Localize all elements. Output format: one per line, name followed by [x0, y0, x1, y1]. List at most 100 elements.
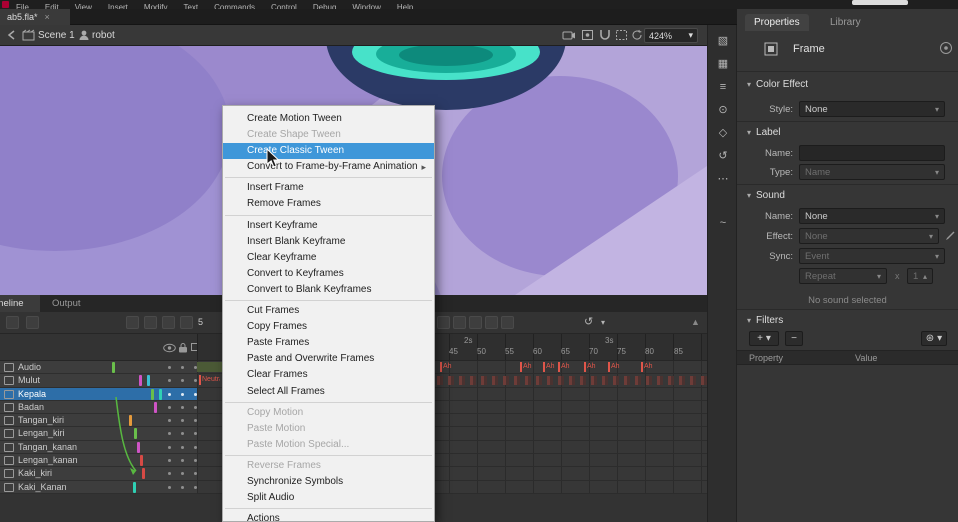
parent-color-bar: [140, 455, 143, 466]
onion-skin-icon[interactable]: [162, 316, 175, 329]
menu-item-insert-keyframe[interactable]: Insert Keyframe: [223, 218, 434, 234]
add-filter-button[interactable]: +▾: [749, 331, 779, 346]
layer-toggles[interactable]: [162, 454, 197, 466]
panel-options-icon[interactable]: [939, 41, 953, 58]
color-style-select[interactable]: None▾: [799, 101, 945, 117]
back-icon[interactable]: [6, 29, 20, 42]
divider: [737, 184, 958, 185]
delete-layer-icon[interactable]: [26, 316, 39, 329]
section-filters[interactable]: ▾Filters: [747, 315, 783, 326]
repeat-times-sep: x: [895, 271, 900, 281]
insert-keyframe-icon[interactable]: [126, 316, 139, 329]
menu-item-copy-frames[interactable]: Copy Frames: [223, 319, 434, 335]
menu-item-convert-to-blank-keyframes[interactable]: Convert to Blank Keyframes: [223, 282, 434, 298]
layer-toggles[interactable]: [162, 481, 197, 493]
camera-icon[interactable]: [501, 316, 514, 329]
tab-timeline[interactable]: Timeline: [0, 295, 40, 312]
menu-item-clear-frames[interactable]: Clear Frames: [223, 367, 434, 383]
remove-filter-button[interactable]: −: [785, 331, 803, 346]
chevron-down-icon: ▾: [929, 232, 933, 241]
layer-panel-cell[interactable]: Tangan_kiri: [0, 414, 197, 427]
onion-outlines-icon[interactable]: [469, 316, 482, 329]
filter-options-button[interactable]: ⊛▾: [921, 331, 947, 346]
layer-toggles[interactable]: [162, 374, 197, 386]
layer-panel-cell[interactable]: Kaki_Kanan: [0, 481, 197, 494]
align-panel-icon[interactable]: ≡: [715, 79, 731, 95]
layer-toggles[interactable]: [162, 441, 197, 453]
motion-editor-panel-icon[interactable]: ~: [715, 215, 731, 231]
edit-sound-envelope-icon[interactable]: [945, 230, 956, 244]
layer-toggles[interactable]: [162, 388, 197, 400]
loop-range-icon[interactable]: [485, 316, 498, 329]
onion-skin-range-icon[interactable]: [453, 316, 466, 329]
layer-toggles[interactable]: [162, 427, 197, 439]
add-camera-icon[interactable]: [562, 29, 576, 42]
edit-multiple-frames-icon[interactable]: [180, 316, 193, 329]
menu-item-paste-motion-special: Paste Motion Special...: [223, 437, 434, 453]
lock-icon[interactable]: [178, 342, 188, 356]
menu-item-paste-frames[interactable]: Paste Frames: [223, 335, 434, 351]
loop-playback-icon[interactable]: ↺: [584, 315, 593, 330]
menu-item-create-motion-tween[interactable]: Create Motion Tween: [223, 111, 434, 127]
layer-toggles[interactable]: [162, 467, 197, 479]
menu-item-cut-frames[interactable]: Cut Frames: [223, 303, 434, 319]
insert-blank-keyframe-icon[interactable]: [144, 316, 157, 329]
layer-panel-cell[interactable]: Kaki_kiri: [0, 467, 197, 480]
menu-item-convert-to-keyframes[interactable]: Convert to Keyframes: [223, 266, 434, 282]
section-sound[interactable]: ▾Sound: [747, 190, 785, 201]
workspace-switcher[interactable]: [852, 0, 908, 5]
clip-content-icon[interactable]: [615, 29, 629, 42]
zoom-level-select[interactable]: 424% ▾: [644, 28, 698, 43]
menu-item-split-audio[interactable]: Split Audio: [223, 490, 434, 506]
layer-panel-cell[interactable]: Lengan_kanan: [0, 454, 197, 467]
add-layer-icon[interactable]: [6, 316, 19, 329]
color-panel-icon[interactable]: ▧: [715, 33, 731, 49]
layer-panel-cell[interactable]: Badan: [0, 401, 197, 414]
context-menu: Create Motion Tween Create Shape Tween C…: [222, 105, 435, 522]
layer-toggles[interactable]: [162, 361, 197, 373]
layer-panel-cell[interactable]: Tangan_kanan: [0, 441, 197, 454]
info-panel-icon[interactable]: ⊙: [715, 102, 731, 118]
eye-icon[interactable]: [163, 343, 176, 356]
layer-panel-cell[interactable]: Mulut: [0, 374, 197, 387]
menu-item-remove-frames[interactable]: Remove Frames: [223, 196, 434, 212]
menu-item-convert-to-frame-by-frame[interactable]: Convert to Frame-by-Frame Animation▸: [223, 159, 434, 175]
rotate-canvas-icon[interactable]: [631, 29, 645, 42]
sound-name-select[interactable]: None▾: [799, 208, 945, 224]
layer-panel-cell[interactable]: Kepala: [0, 388, 197, 401]
frame-view-icon[interactable]: [437, 316, 450, 329]
menu-item-insert-blank-keyframe[interactable]: Insert Blank Keyframe: [223, 234, 434, 250]
menu-item-synchronize-symbols[interactable]: Synchronize Symbols: [223, 474, 434, 490]
layer-panel-cell[interactable]: Lengan_kiri: [0, 427, 197, 440]
tab-properties[interactable]: Properties: [745, 14, 809, 31]
breadcrumb-scene[interactable]: Scene 1: [38, 30, 75, 41]
swatches-panel-icon[interactable]: ▦: [715, 56, 731, 72]
history-panel-icon[interactable]: ↺: [715, 148, 731, 164]
collapse-triangle-icon: ▾: [747, 191, 751, 200]
menu-item-select-all-frames[interactable]: Select All Frames: [223, 384, 434, 400]
chevron-down-icon: ▾: [877, 272, 881, 281]
menu-item-clear-keyframe[interactable]: Clear Keyframe: [223, 250, 434, 266]
close-icon[interactable]: ×: [45, 12, 50, 22]
layer-panel-cell[interactable]: Audio: [0, 361, 197, 374]
document-tab[interactable]: ab5.fla* ×: [0, 9, 70, 25]
menu-item-insert-frame[interactable]: Insert Frame: [223, 180, 434, 196]
label-name-input[interactable]: [799, 145, 945, 161]
timeline-fit-icon[interactable]: ▲: [691, 315, 700, 330]
menu-item-create-classic-tween[interactable]: Create Classic Tween: [223, 143, 434, 159]
breadcrumb-symbol[interactable]: robot: [92, 30, 115, 41]
transform-panel-icon[interactable]: ◇: [715, 125, 731, 141]
tab-output[interactable]: Output: [42, 295, 91, 312]
fit-content-icon[interactable]: [581, 29, 595, 42]
layer-toggles[interactable]: [162, 414, 197, 426]
section-color-effect[interactable]: ▾Color Effect: [747, 79, 808, 90]
frame-step-icon[interactable]: ▾: [601, 315, 605, 330]
menu-item-actions[interactable]: Actions: [223, 511, 434, 522]
layer-toggles[interactable]: [162, 401, 197, 413]
snap-icon[interactable]: [599, 29, 613, 42]
label-name-label: Name:: [737, 148, 793, 159]
section-label[interactable]: ▾Label: [747, 127, 780, 138]
menu-item-paste-and-overwrite-frames[interactable]: Paste and Overwrite Frames: [223, 351, 434, 367]
components-panel-icon[interactable]: ⋯: [715, 171, 731, 187]
tab-library[interactable]: Library: [821, 14, 870, 31]
